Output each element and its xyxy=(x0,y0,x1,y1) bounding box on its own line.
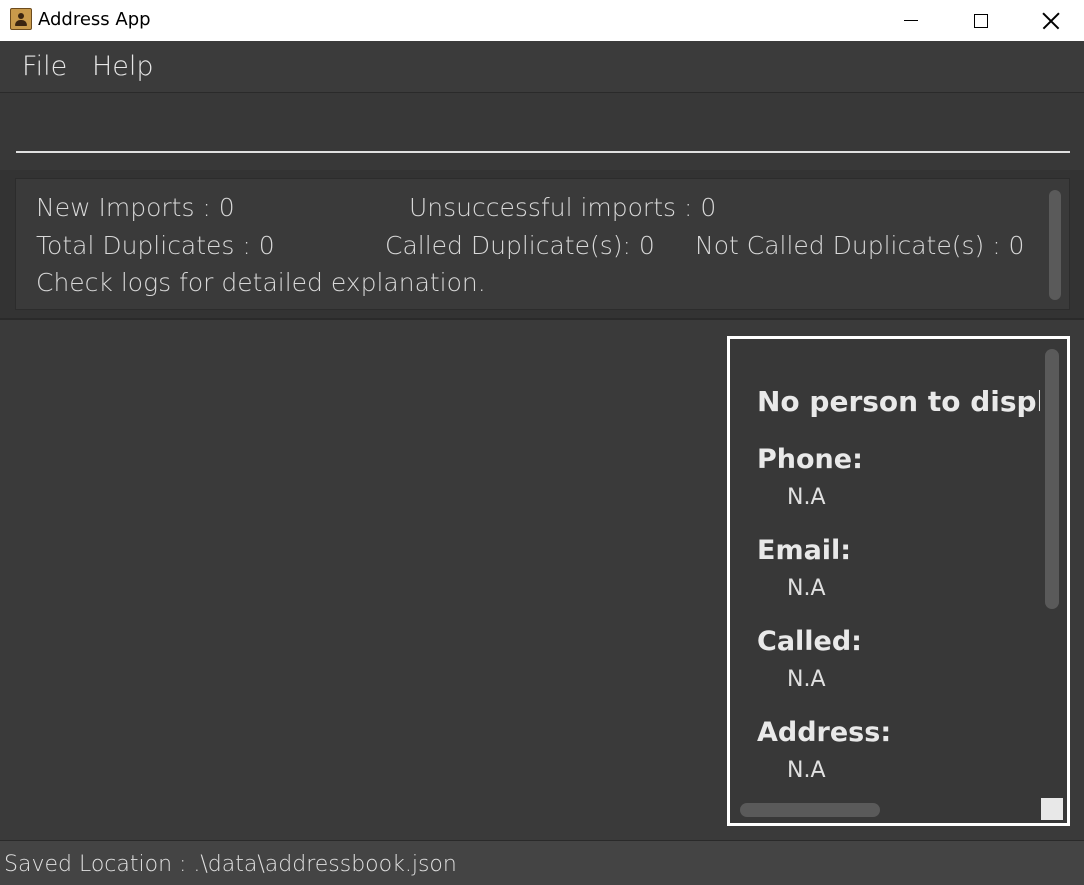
email-value: N.A xyxy=(787,576,826,601)
unsuccessful-imports-text: Unsuccessful imports : 0 xyxy=(409,193,717,222)
vertical-scrollbar[interactable] xyxy=(1045,349,1059,609)
main-area: No person to display Phone: N.A Email: N… xyxy=(0,320,1084,840)
called-duplicates-text: Called Duplicate(s): 0 xyxy=(385,231,655,260)
command-input[interactable] xyxy=(16,105,1070,153)
menu-file[interactable]: File xyxy=(22,51,67,82)
close-button[interactable] xyxy=(1016,0,1084,41)
address-value: N.A xyxy=(787,758,826,783)
not-called-duplicates-text: Not Called Duplicate(s) : 0 xyxy=(695,231,1025,260)
person-detail-content: No person to display Phone: N.A Email: N… xyxy=(757,339,1040,799)
called-value: N.A xyxy=(787,667,826,692)
result-scrollbar[interactable] xyxy=(1049,190,1061,300)
result-display-area: New Imports : 0 Unsuccessful imports : 0… xyxy=(0,170,1084,320)
phone-label: Phone: xyxy=(757,444,863,475)
window-title: Address App xyxy=(38,9,151,30)
maximize-icon xyxy=(974,13,988,28)
phone-value: N.A xyxy=(787,485,826,510)
email-label: Email: xyxy=(757,535,852,566)
title-bar: Address App xyxy=(0,0,1084,41)
command-box xyxy=(0,93,1084,170)
person-detail-title: No person to display xyxy=(757,385,1040,418)
status-bar: Saved Location : .\data\addressbook.json xyxy=(0,840,1084,885)
minimize-button[interactable] xyxy=(876,0,946,41)
maximize-button[interactable] xyxy=(946,0,1016,41)
total-duplicates-text: Total Duplicates : 0 xyxy=(36,231,275,260)
menu-bar: File Help xyxy=(0,41,1084,93)
menu-help[interactable]: Help xyxy=(92,51,154,82)
minimize-icon xyxy=(904,20,918,21)
new-imports-text: New Imports : 0 xyxy=(36,193,235,222)
address-book-icon xyxy=(10,8,32,30)
logs-hint-text: Check logs for detailed explanation. xyxy=(36,268,486,297)
person-detail-panel: No person to display Phone: N.A Email: N… xyxy=(727,336,1070,826)
called-label: Called: xyxy=(757,626,862,657)
saved-location-text: Saved Location : .\data\addressbook.json xyxy=(4,852,457,877)
result-display[interactable]: New Imports : 0 Unsuccessful imports : 0… xyxy=(15,178,1070,310)
horizontal-scrollbar[interactable] xyxy=(740,803,880,817)
scrollbar-corner xyxy=(1041,798,1063,820)
address-label: Address: xyxy=(757,717,892,748)
close-icon xyxy=(1042,12,1060,30)
